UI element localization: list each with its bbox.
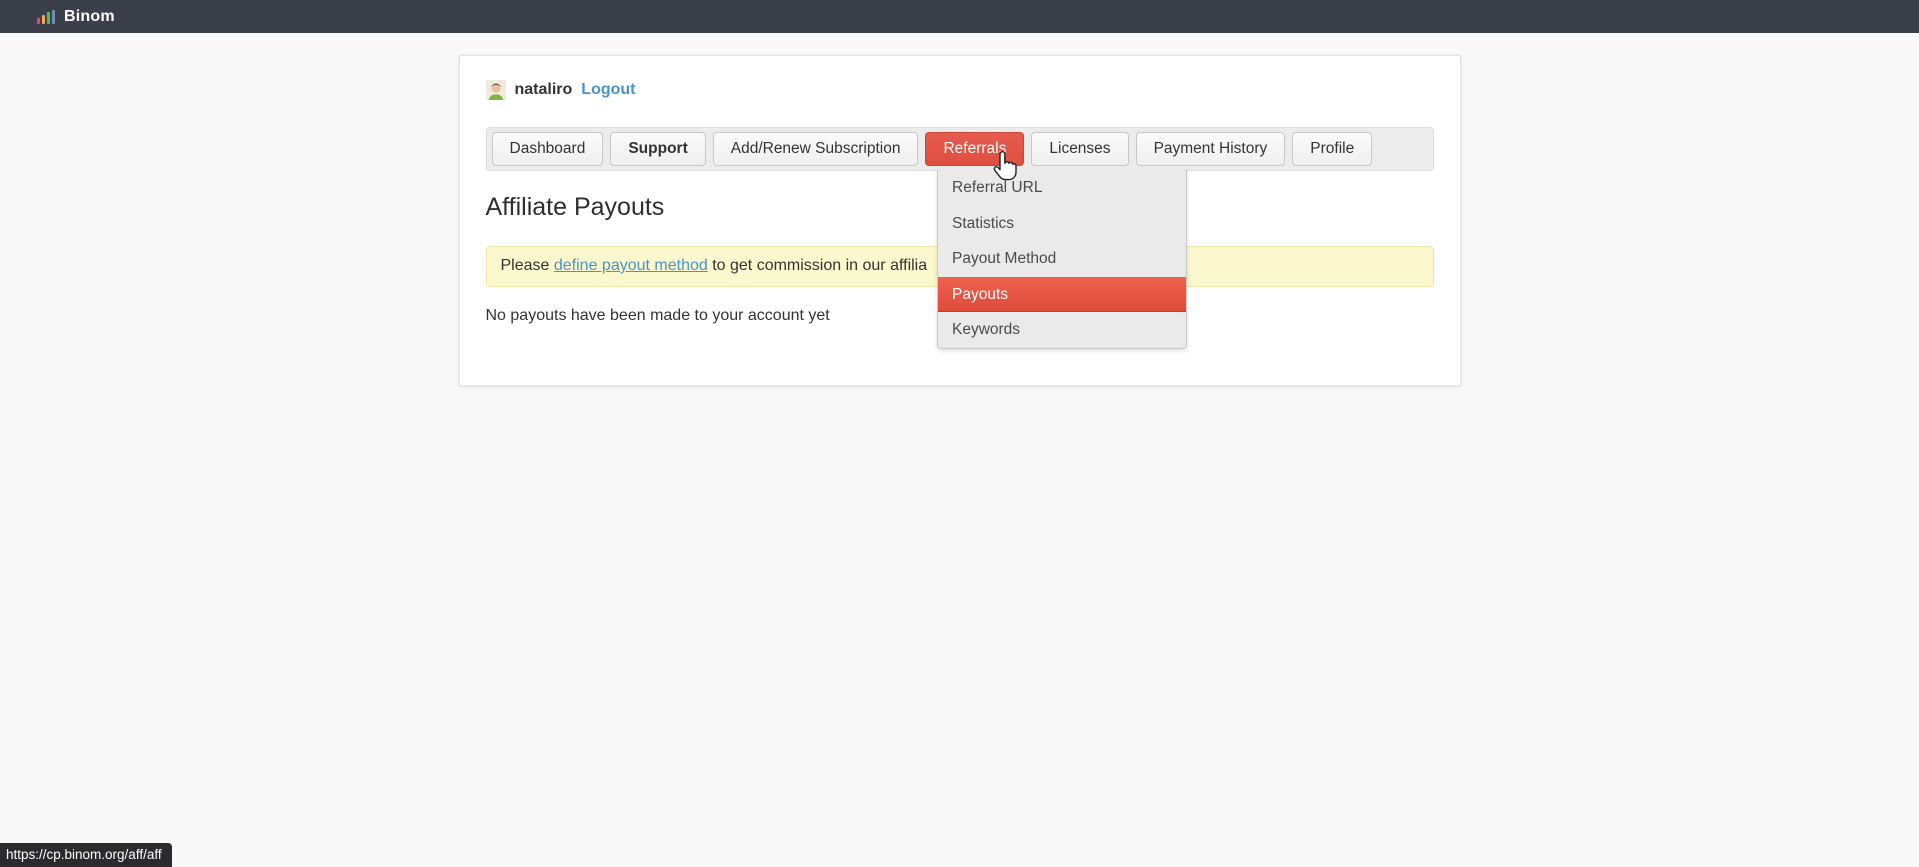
notice-text-prefix: Please — [501, 257, 554, 274]
user-row: nataliro Logout — [486, 80, 1434, 100]
nav-button-payment-history[interactable]: Payment History — [1136, 132, 1286, 166]
bar-chart-logo-icon — [37, 10, 55, 24]
user-avatar-icon — [486, 80, 506, 100]
notice-text-suffix: to get commission in our affilia — [708, 257, 927, 274]
menu-item-statistics[interactable]: Statistics — [938, 206, 1186, 242]
menu-item-payout-method[interactable]: Payout Method — [938, 241, 1186, 277]
logout-link[interactable]: Logout — [581, 81, 635, 99]
username: nataliro — [515, 81, 573, 99]
define-payout-method-link[interactable]: define payout method — [554, 257, 708, 274]
topbar: Binom — [0, 0, 1919, 33]
menu-item-payouts[interactable]: Payouts — [938, 277, 1186, 313]
nav-button-dashboard[interactable]: Dashboard — [492, 132, 604, 166]
status-url-tooltip: https://cp.binom.org/aff/aff — [0, 843, 172, 867]
nav-button-support[interactable]: Support — [610, 132, 705, 166]
menu-item-referral-url[interactable]: Referral URL — [938, 170, 1186, 206]
menu-item-keywords[interactable]: Keywords — [938, 312, 1186, 348]
brand-title[interactable]: Binom — [64, 8, 115, 26]
nav-button-add-renew-subscription[interactable]: Add/Renew Subscription — [713, 132, 919, 166]
nav-button-profile[interactable]: Profile — [1292, 132, 1372, 166]
referrals-dropdown-menu: Referral URL Statistics Payout Method Pa… — [937, 170, 1187, 349]
nav-button-referrals[interactable]: Referrals — [925, 132, 1024, 166]
nav-button-licenses[interactable]: Licenses — [1031, 132, 1128, 166]
main-nav: Dashboard Support Add/Renew Subscription… — [486, 127, 1434, 171]
